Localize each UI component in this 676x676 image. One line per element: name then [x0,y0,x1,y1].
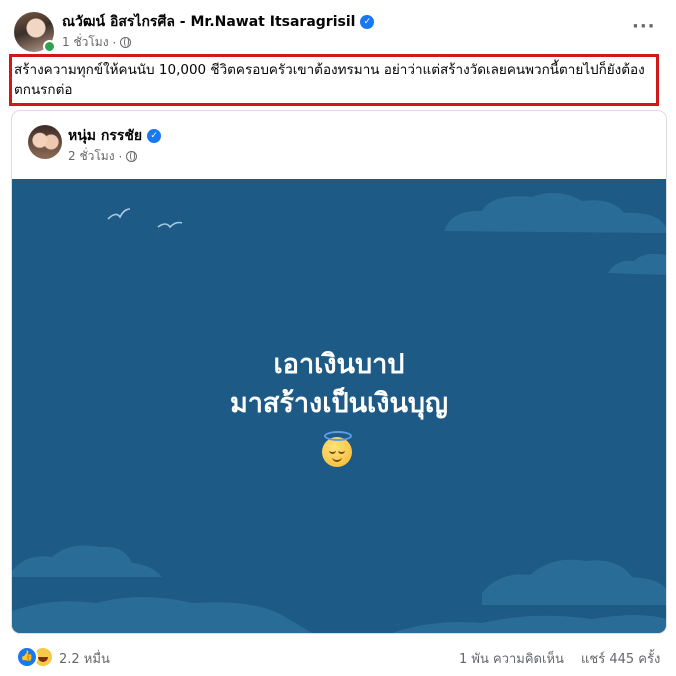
smiling-face-with-halo-icon [322,431,352,467]
verified-badge-icon: ✓ [147,129,162,143]
post-body-text: สร้างความทุกข์ให้คนนับ 10,000 ชีวิตครอบค… [14,62,645,98]
comments-count-link[interactable]: 1 พัน ความคิดเห็น [459,648,564,669]
post-footer: 👍 2.2 หมื่น 1 พัน ความคิดเห็น แชร์ 445 ค… [0,646,676,668]
image-headline: เอาเงินบาป มาสร้างเป็นเงินบุญ [12,345,666,423]
post-author: ณวัฒน์ อิสรไกรศีล - Mr.Nawat Itsaragrisi… [62,11,375,33]
reactions-count[interactable]: 2.2 หมื่น [59,648,110,669]
smile-mouth [332,456,342,462]
more-options-button[interactable]: ··· [632,16,656,37]
globe-icon [120,37,132,48]
shared-author-avatar[interactable] [28,125,62,159]
shared-post-author: หนุ่ม กรรชัย ✓ [68,125,162,147]
post-time-link[interactable]: 1 ชั่วโมง [62,33,109,52]
verified-badge-icon: ✓ [360,15,375,29]
dot-separator: · [112,35,117,50]
author-name-link[interactable]: ณวัฒน์ อิสรไกรศีล - Mr.Nawat Itsaragrisi… [62,11,355,33]
halo-icon [324,431,352,441]
shared-author-name-link[interactable]: หนุ่ม กรรชัย [68,125,142,147]
shares-count-link[interactable]: แชร์ 445 ครั้ง [581,648,660,669]
shared-post-card[interactable]: หนุ่ม กรรชัย ✓ 2 ชั่วโมง · เอาเงินบาป มา… [11,110,667,634]
shared-post-image[interactable]: เอาเงินบาป มาสร้างเป็นเงินบุญ [12,179,666,633]
dot-separator: · [118,149,123,164]
shared-post-meta: 2 ชั่วโมง · [68,147,138,166]
post-meta: 1 ชั่วโมง · [62,33,132,52]
like-reaction-icon[interactable]: 👍 [16,646,38,668]
shared-post-time-link[interactable]: 2 ชั่วโมง [68,147,115,166]
globe-icon [126,151,138,162]
image-headline-line2: มาสร้างเป็นเงินบุญ [229,388,449,419]
image-headline-line1: เอาเงินบาป [273,349,405,380]
online-status-indicator [43,40,56,53]
